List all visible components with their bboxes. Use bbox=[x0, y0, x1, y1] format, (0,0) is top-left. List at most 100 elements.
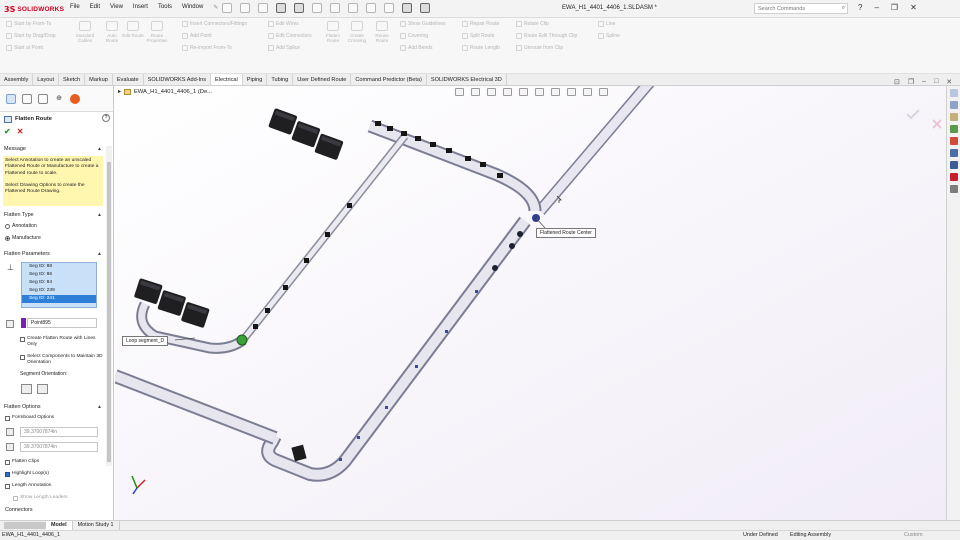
search-commands[interactable]: Search Commands ⌕ bbox=[754, 3, 848, 14]
list-item[interactable]: Seg ID: 239 bbox=[22, 287, 96, 295]
panel-scrollbar[interactable] bbox=[106, 146, 112, 466]
edit-wires-button[interactable]: Edit Wires bbox=[268, 21, 299, 27]
route-properties-button[interactable]: Route Properties bbox=[146, 21, 168, 43]
tab-user-defined-route[interactable]: User Defined Route bbox=[293, 74, 352, 85]
add-bends-button[interactable]: Add Bends bbox=[400, 45, 432, 51]
split-route-button[interactable]: Split Route bbox=[462, 33, 494, 39]
flatten-options-header[interactable]: Flatten Options ▲ bbox=[4, 404, 102, 410]
radio-manufacture-circle[interactable] bbox=[5, 235, 10, 241]
rebuild-icon[interactable] bbox=[366, 3, 376, 13]
show-guidelines-button[interactable]: Show Guidelines bbox=[400, 21, 446, 27]
maintain-3d-box[interactable] bbox=[20, 355, 25, 360]
view-palette-icon[interactable] bbox=[949, 125, 958, 133]
zoom-area-icon[interactable] bbox=[471, 88, 480, 96]
feature-manager-tab-icon[interactable] bbox=[6, 94, 16, 104]
tab-electrical-3d[interactable]: SOLIDWORKS Electrical 3D bbox=[427, 74, 507, 85]
highlight-loops-checkbox[interactable]: Highlight Loop(s) bbox=[5, 471, 49, 477]
segment-list[interactable]: Seg ID: 88 Seg ID: 86 Seg ID: 84 Seg ID:… bbox=[21, 262, 97, 308]
restore-icon[interactable]: ❐ bbox=[891, 3, 898, 12]
property-manager-tab-icon[interactable] bbox=[22, 94, 32, 104]
expand-arrow-icon[interactable]: ▸ bbox=[118, 89, 121, 95]
flatten-type-header[interactable]: Flatten Type ▲ bbox=[4, 212, 102, 218]
tab-markup[interactable]: Markup bbox=[85, 74, 113, 85]
add-splice-button[interactable]: Add Splice bbox=[268, 45, 300, 51]
insert-connectors-button[interactable]: Insert Connectors/Fittings bbox=[182, 21, 247, 27]
section-view-icon[interactable] bbox=[503, 88, 512, 96]
scroll-thumb[interactable] bbox=[107, 162, 111, 462]
cancel-x-icon[interactable]: ✕ bbox=[17, 127, 24, 136]
repair-route-button[interactable]: Repair Route bbox=[462, 21, 499, 27]
menu-view[interactable]: View bbox=[110, 4, 123, 11]
length-annotation-box[interactable] bbox=[5, 484, 10, 489]
tab-evaluate[interactable]: Evaluate bbox=[113, 74, 144, 85]
select-icon[interactable] bbox=[348, 3, 358, 13]
menu-tools[interactable]: Tools bbox=[158, 4, 172, 11]
orientation-option-2-icon[interactable] bbox=[37, 384, 48, 394]
show-length-leaders-checkbox[interactable]: Show Length Leaders bbox=[13, 495, 68, 501]
route-through-clip-button[interactable]: Route Edit Through Clip bbox=[516, 33, 577, 39]
highlight-loops-box[interactable] bbox=[5, 472, 10, 477]
flattened-route-center-callout[interactable]: Flattened Route Center bbox=[536, 228, 596, 238]
tab-motion-study[interactable]: Motion Study 1 bbox=[73, 521, 120, 530]
custom-properties-icon[interactable] bbox=[949, 149, 958, 157]
print-icon[interactable] bbox=[294, 3, 304, 13]
help-icon[interactable]: ? bbox=[102, 114, 110, 122]
home-icon[interactable] bbox=[222, 3, 232, 13]
tab-addins[interactable]: SOLIDWORKS Add-Ins bbox=[144, 74, 212, 85]
new-document-icon[interactable] bbox=[240, 3, 250, 13]
lines-only-checkbox[interactable]: Create Flatten Route with Lines Only bbox=[20, 336, 104, 348]
start-by-from-to[interactable]: Start by From-To bbox=[6, 21, 51, 27]
connectors-section[interactable]: Connectors bbox=[5, 507, 33, 513]
viewport-close-icon[interactable]: ✕ bbox=[946, 78, 952, 86]
tab-layout[interactable]: Layout bbox=[33, 74, 60, 85]
list-item[interactable]: Seg ID: 88 bbox=[22, 263, 96, 271]
zoom-to-fit-icon[interactable] bbox=[455, 88, 464, 96]
formboard-box[interactable] bbox=[5, 416, 10, 421]
collapse-caret-icon[interactable]: ▲ bbox=[97, 404, 102, 410]
previous-view-icon[interactable] bbox=[487, 88, 496, 96]
appearances-icon[interactable] bbox=[949, 137, 958, 145]
tile-icon[interactable]: ⊡ bbox=[894, 78, 900, 86]
collapse-caret-icon[interactable]: ▲ bbox=[97, 212, 102, 218]
tab-electrical[interactable]: Electrical bbox=[211, 74, 243, 85]
solidworks-forum-icon[interactable] bbox=[949, 173, 958, 181]
minimize-icon[interactable]: – bbox=[874, 3, 878, 12]
open-folder-icon[interactable] bbox=[258, 3, 268, 13]
edit-connectors-button[interactable]: Edit Connectors bbox=[268, 33, 312, 39]
close-icon[interactable]: ✕ bbox=[910, 3, 917, 12]
viewport-maximize-icon[interactable]: □ bbox=[934, 78, 938, 86]
status-units[interactable]: Custom bbox=[904, 531, 923, 540]
dimension-field-1[interactable]: 39.37007874in bbox=[20, 427, 98, 437]
collapse-caret-icon[interactable]: ▲ bbox=[97, 146, 102, 152]
pin-menu-icon[interactable]: ✎ bbox=[213, 4, 218, 11]
green-route-point-icon[interactable] bbox=[236, 334, 248, 346]
rotate-clip-button[interactable]: Rotate Clip bbox=[516, 21, 549, 27]
length-leaders-box[interactable] bbox=[13, 496, 18, 501]
view-settings-icon[interactable] bbox=[599, 88, 608, 96]
graphics-area[interactable]: ▸ EWA_H1_4401_4406_1 (De... Flattened Ro… bbox=[115, 86, 946, 520]
point-field[interactable]: Point895 bbox=[27, 318, 97, 328]
search-field[interactable]: Search Commands bbox=[758, 6, 805, 12]
tab-tubing[interactable]: Tubing bbox=[267, 74, 294, 85]
spline-button[interactable]: Spline bbox=[598, 33, 620, 39]
edit-appearance-icon[interactable] bbox=[567, 88, 576, 96]
lines-only-box[interactable] bbox=[20, 337, 25, 342]
help-icon[interactable]: ? bbox=[858, 3, 862, 12]
dimension-field-2[interactable]: 39.37007874in bbox=[20, 442, 98, 452]
ok-check-icon[interactable]: ✔ bbox=[4, 127, 11, 136]
route-model[interactable] bbox=[115, 86, 946, 520]
tab-scroll-arrows-icon[interactable] bbox=[4, 522, 46, 529]
tab-piping[interactable]: Piping bbox=[243, 74, 268, 85]
flatten-clips-checkbox[interactable]: Flatten Clips bbox=[5, 459, 39, 465]
add-point-button[interactable]: Add Point bbox=[182, 33, 212, 39]
design-library-icon[interactable] bbox=[949, 101, 958, 109]
search-icon[interactable]: ⌕ bbox=[842, 5, 845, 12]
menu-insert[interactable]: Insert bbox=[133, 4, 148, 11]
orientation-option-1-icon[interactable] bbox=[21, 384, 32, 394]
message-section-header[interactable]: Message ▲ bbox=[4, 146, 102, 152]
start-at-point[interactable]: Start at Point bbox=[6, 45, 43, 51]
display-manager-tab-icon[interactable] bbox=[70, 94, 80, 104]
radio-annotation[interactable]: Annotation bbox=[5, 223, 37, 229]
tab-sketch[interactable]: Sketch bbox=[59, 74, 86, 85]
flatten-parameters-header[interactable]: Flatten Parameters ▲ bbox=[4, 251, 102, 257]
